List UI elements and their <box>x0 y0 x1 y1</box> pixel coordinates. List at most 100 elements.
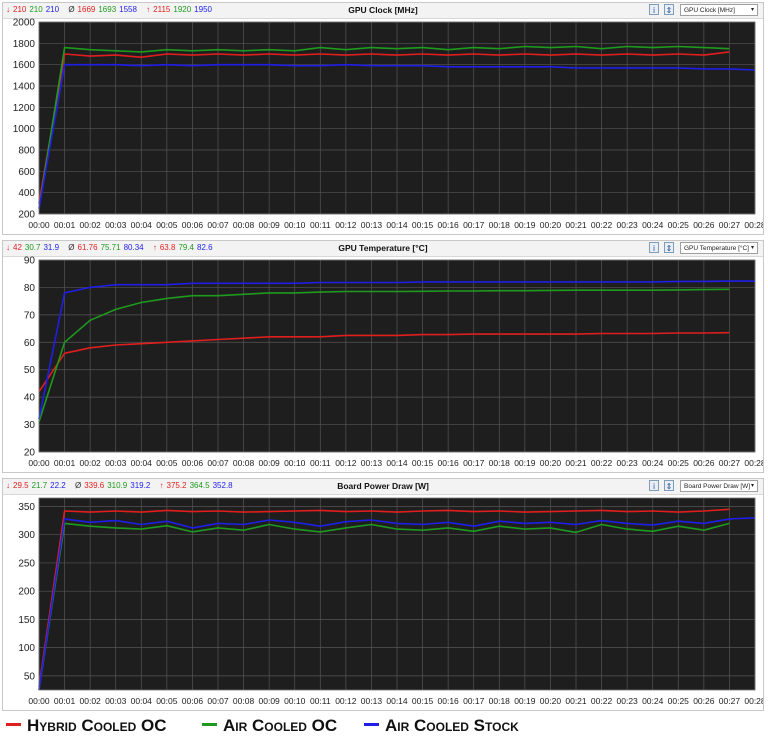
y-tick-label: 1800 <box>13 39 36 50</box>
x-tick-label: 00:08 <box>233 220 255 230</box>
x-tick-label: 00:10 <box>284 220 306 230</box>
x-tick-label: 00:15 <box>412 696 434 706</box>
x-tick-label: 00:22 <box>591 458 613 468</box>
metric-dropdown[interactable]: GPU Clock [MHz] ▾ <box>680 4 758 16</box>
x-tick-label: 00:19 <box>514 458 536 468</box>
x-tick-label: 00:19 <box>514 220 536 230</box>
y-tick-label: 30 <box>24 420 36 431</box>
legend-air-stock: Air Cooled Stock <box>364 716 519 738</box>
resize-button[interactable]: ⇕ <box>664 4 674 15</box>
x-tick-label: 00:28 <box>744 458 763 468</box>
x-tick-label: 00:21 <box>565 220 587 230</box>
x-tick-label: 00:05 <box>156 696 178 706</box>
x-tick-label: 00:20 <box>540 458 562 468</box>
x-tick-label: 00:12 <box>335 220 357 230</box>
x-tick-label: 00:13 <box>361 696 383 706</box>
y-tick-label: 1200 <box>13 103 36 114</box>
x-tick-label: 00:27 <box>719 220 741 230</box>
x-tick-label: 00:22 <box>591 696 613 706</box>
panel-header: ↓ 42 30.7 31.9 Ø 61.76 75.71 80.34 ↑ 63.8 79.4 82… <box>3 241 763 257</box>
y-tick-label: 80 <box>24 283 36 294</box>
x-tick-label: 00:17 <box>463 458 485 468</box>
x-tick-label: 00:25 <box>668 696 690 706</box>
x-tick-label: 00:04 <box>131 696 153 706</box>
y-tick-label: 150 <box>18 615 35 626</box>
x-tick-label: 00:00 <box>28 696 50 706</box>
x-tick-label: 00:24 <box>642 458 664 468</box>
y-tick-label: 70 <box>24 310 36 321</box>
x-tick-label: 00:12 <box>335 696 357 706</box>
x-tick-label: 00:03 <box>105 696 127 706</box>
x-tick-label: 00:26 <box>693 458 715 468</box>
x-tick-label: 00:10 <box>284 696 306 706</box>
legend-label-hybrid: Hybrid Cooled OC <box>27 716 167 735</box>
x-tick-label: 00:24 <box>642 220 664 230</box>
x-tick-label: 00:05 <box>156 458 178 468</box>
y-tick-label: 60 <box>24 338 36 349</box>
y-tick-label: 250 <box>18 558 35 569</box>
legend-swatch-hybrid <box>6 723 21 727</box>
metric-dropdown[interactable]: Board Power Draw [W] ▾ <box>680 480 758 492</box>
resize-button[interactable]: ⇕ <box>664 242 674 253</box>
x-tick-label: 00:27 <box>719 696 741 706</box>
x-tick-label: 00:16 <box>438 458 460 468</box>
y-tick-label: 350 <box>18 502 35 513</box>
x-tick-label: 00:28 <box>744 696 763 706</box>
chevron-down-icon: ▾ <box>750 7 754 13</box>
resize-button[interactable]: ⇕ <box>664 480 674 491</box>
y-tick-label: 50 <box>24 671 36 682</box>
legend-label-air-stock: Air Cooled Stock <box>385 716 519 735</box>
metric-dropdown-value: GPU Clock [MHz] <box>684 7 735 14</box>
x-tick-label: 00:11 <box>310 696 331 706</box>
x-tick-label: 00:06 <box>182 696 204 706</box>
info-button[interactable]: i <box>649 480 659 491</box>
x-tick-label: 00:27 <box>719 458 741 468</box>
x-tick-label: 00:02 <box>80 696 102 706</box>
info-button[interactable]: i <box>649 242 659 253</box>
x-tick-label: 00:26 <box>693 696 715 706</box>
legend-hybrid: Hybrid Cooled OC <box>6 716 167 738</box>
x-tick-label: 00:07 <box>207 696 229 706</box>
y-tick-label: 200 <box>18 587 35 598</box>
x-tick-label: 00:18 <box>489 458 511 468</box>
x-tick-label: 00:20 <box>540 696 562 706</box>
x-tick-label: 00:12 <box>335 458 357 468</box>
x-tick-label: 00:22 <box>591 220 613 230</box>
x-tick-label: 00:00 <box>28 458 50 468</box>
x-tick-label: 00:28 <box>744 220 763 230</box>
x-tick-label: 00:18 <box>489 696 511 706</box>
x-tick-label: 00:19 <box>514 696 536 706</box>
x-tick-label: 00:24 <box>642 696 664 706</box>
x-tick-label: 00:07 <box>207 458 229 468</box>
legend-swatch-air-stock <box>364 723 379 727</box>
x-tick-label: 00:15 <box>412 220 434 230</box>
y-tick-label: 200 <box>18 210 35 221</box>
info-button[interactable]: i <box>649 4 659 15</box>
y-tick-label: 1400 <box>13 82 36 93</box>
x-tick-label: 00:20 <box>540 220 562 230</box>
y-tick-label: 100 <box>18 643 35 654</box>
chart-board-power: 50 100 150 200 250 300 350 00:00 00:01 00:02 00:03… <box>18 497 763 706</box>
x-tick-label: 00:09 <box>259 458 281 468</box>
metric-dropdown[interactable]: GPU Temperature [°C] ▾ <box>680 242 758 254</box>
x-tick-label: 00:05 <box>156 220 178 230</box>
y-tick-label: 40 <box>24 393 36 404</box>
x-tick-label: 00:06 <box>182 220 204 230</box>
panel-gpu-clock: ↓ 210 210 210 Ø 1669 1693 1558 ↑ 2115 1920 1950 G… <box>2 2 764 235</box>
y-tick-label: 300 <box>18 530 35 541</box>
panel-header: ↓ 29.5 21.7 22.2 Ø 339.6 310.9 319.2 ↑ 375.2 364… <box>3 479 763 495</box>
y-tick-label: 400 <box>18 188 35 199</box>
panel-board-power: ↓ 29.5 21.7 22.2 Ø 339.6 310.9 319.2 ↑ 375.2 364… <box>2 478 764 711</box>
x-tick-label: 00:09 <box>259 696 281 706</box>
y-tick-label: 800 <box>18 146 35 157</box>
legend-label-air-oc: Air Cooled OC <box>223 716 338 735</box>
y-tick-label: 1000 <box>13 124 36 135</box>
x-tick-label: 00:14 <box>386 458 408 468</box>
x-tick-label: 00:01 <box>54 220 76 230</box>
chevron-down-icon: ▾ <box>750 483 754 489</box>
legend-swatch-air-oc <box>202 723 217 727</box>
y-tick-label: 50 <box>24 365 36 376</box>
x-tick-label: 00:04 <box>131 220 153 230</box>
panel-gpu-temperature: ↓ 42 30.7 31.9 Ø 61.76 75.71 80.34 ↑ 63.8 79.4 82… <box>2 240 764 473</box>
panel-header: ↓ 210 210 210 Ø 1669 1693 1558 ↑ 2115 1920 1950 G… <box>3 3 763 19</box>
